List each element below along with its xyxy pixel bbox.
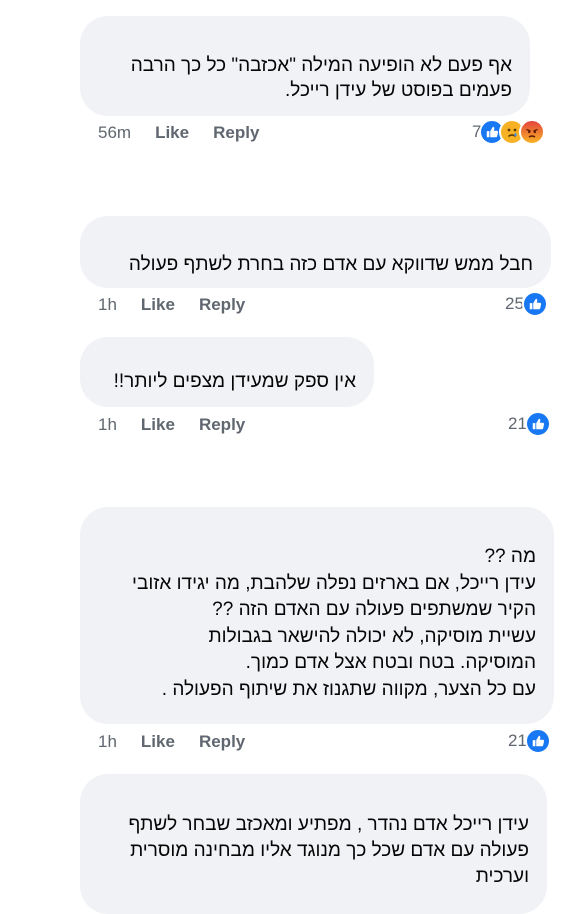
reply-button[interactable]: Reply [199,295,245,315]
comment-text: אין ספק שמעידן מצפים ליותר!! [113,371,356,392]
comment-timestamp[interactable]: 1h [98,415,117,435]
comment-bubble: אף פעם לא הופיעה המילה "אכזבה" כל כך הרב… [80,16,530,116]
comment-actions: 1h Like Reply [98,413,269,437]
comment-bubble: עידן רייכל אדם נהדר , מפתיע ומאכזב שבחר … [80,774,547,914]
comment-text: עידן רייכל אדם נהדר , מפתיע ומאכזב שבחר … [128,814,529,888]
like-button[interactable]: Like [141,295,175,315]
comment-actions: 1h Like Reply [98,730,269,754]
reaction-summary[interactable]: 25 [505,291,548,317]
reply-button[interactable]: Reply [199,732,245,752]
angry-reaction-icon [519,119,546,145]
like-button[interactable]: Like [141,732,175,752]
comment-timestamp[interactable]: 1h [98,295,117,315]
comment-text: חבל ממש שדווקא עם אדם כזה בחרת לשתף פעול… [128,254,533,275]
comment-text: אף פעם לא הופיעה המילה "אכזבה" כל כך הרב… [130,55,512,102]
reaction-summary[interactable]: 21 [508,411,551,437]
comment-actions: 56m Like Reply [98,121,283,145]
like-button[interactable]: Like [155,123,189,143]
reaction-summary[interactable]: 21 [508,728,551,754]
reaction-summary[interactable]: 7 [472,119,546,145]
like-reaction-icon [524,728,551,754]
reply-button[interactable]: Reply [199,415,245,435]
like-reaction-icon [521,291,548,317]
reply-button[interactable]: Reply [213,123,259,143]
like-button[interactable]: Like [141,415,175,435]
comment-bubble: אין ספק שמעידן מצפים ליותר!! [80,337,374,407]
comment-text: מה ?? עידן רייכל, אם בארזים נפלה שלהבת, … [132,546,536,700]
comment-timestamp[interactable]: 1h [98,732,117,752]
comment-bubble: חבל ממש שדווקא עם אדם כזה בחרת לשתף פעול… [80,216,551,288]
comment-actions: 1h Like Reply [98,293,269,317]
comment-bubble: מה ?? עידן רייכל, אם בארזים נפלה שלהבת, … [80,507,554,724]
comment-timestamp[interactable]: 56m [98,123,131,143]
like-reaction-icon [524,411,551,437]
